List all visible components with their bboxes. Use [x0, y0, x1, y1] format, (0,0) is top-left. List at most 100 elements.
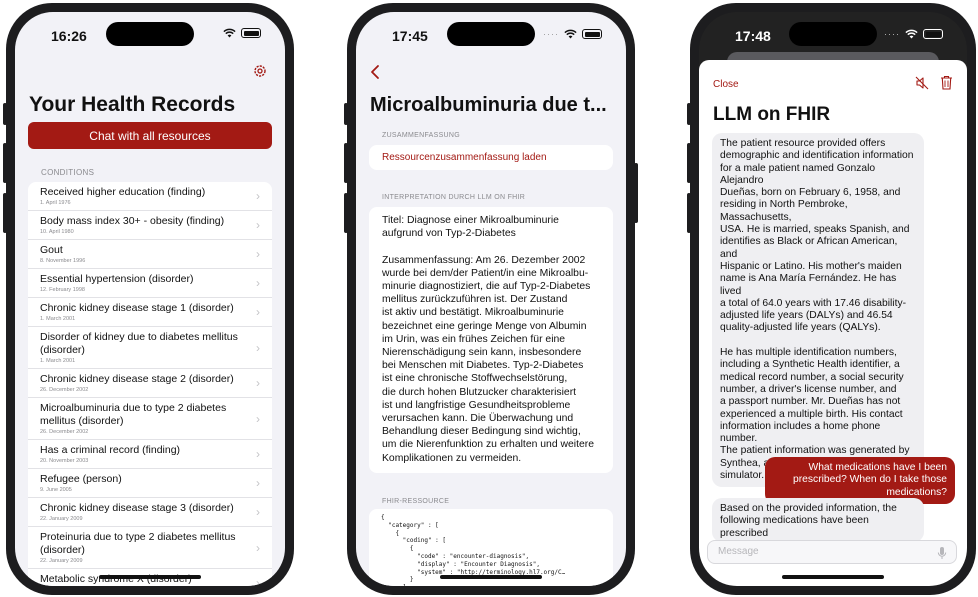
interpretation-header: INTERPRETATION DURCH LLM ON FHIR	[382, 194, 526, 201]
condition-date: 26. December 2002	[40, 387, 89, 393]
condition-title: Proteinuria due to type 2 diabetes melli…	[40, 531, 236, 556]
condition-title: Disorder of kidney due to diabetes melli…	[40, 331, 238, 356]
condition-date: 1. March 2001	[40, 358, 76, 364]
speaker-muted-icon[interactable]	[915, 76, 929, 90]
interpretation-card: Titel: Diagnose einer Mikroalbuminurie a…	[369, 207, 613, 473]
chevron-right-icon: ›	[256, 576, 260, 586]
chevron-right-icon: ›	[256, 276, 260, 290]
battery-icon	[582, 29, 602, 39]
status-time: 16:26	[51, 28, 87, 44]
summary-card: Ressourcenzusammenfassung laden	[369, 145, 613, 170]
condition-title: Refugee (person)	[40, 473, 122, 485]
status-bar: 17:48 ····	[699, 12, 967, 56]
battery-icon	[241, 28, 261, 38]
chevron-right-icon: ›	[256, 476, 260, 490]
wifi-icon	[905, 29, 918, 39]
status-bar: 16:26	[15, 12, 285, 56]
phone-records: 16:26 Your Health Records Chat with all …	[3, 3, 294, 595]
condition-date: 20. November 2003	[40, 458, 89, 464]
page-title: Your Health Records	[29, 93, 236, 116]
chat-with-all-resources-button[interactable]: Chat with all resources	[28, 122, 272, 149]
fhir-resource-header: FHIR-RESSOURCE	[382, 498, 450, 505]
summary-header: ZUSAMMENFASSUNG	[382, 132, 461, 139]
condition-date: 8. November 1996	[40, 258, 86, 264]
phone-detail: 17:45 ···· Microalbuminuria due t... ZUS…	[344, 3, 638, 595]
condition-title: Gout	[40, 244, 63, 256]
microphone-icon[interactable]	[937, 546, 947, 560]
condition-date: 9. June 2005	[40, 487, 72, 493]
condition-row[interactable]: Disorder of kidney due to diabetes melli…	[28, 327, 272, 369]
gear-icon[interactable]	[253, 64, 267, 78]
home-indicator[interactable]	[99, 575, 201, 579]
message-bar	[707, 540, 957, 564]
condition-row[interactable]: Received higher education (finding) 1. Ap…	[28, 182, 272, 211]
chevron-right-icon: ›	[256, 247, 260, 261]
records-screen: 16:26 Your Health Records Chat with all …	[15, 12, 285, 586]
chevron-right-icon: ›	[256, 305, 260, 319]
status-icons: ····	[543, 28, 602, 40]
conditions-list: Received higher education (finding) 1. Ap…	[28, 182, 272, 586]
status-time: 17:45	[392, 28, 428, 44]
condition-row[interactable]: Refugee (person) 9. June 2005 ›	[28, 469, 272, 498]
phone-chat: 17:48 ···· Close LLM on FHIR The patient…	[687, 3, 976, 595]
condition-row[interactable]: Chronic kidney disease stage 2 (disorder…	[28, 369, 272, 398]
condition-row[interactable]: Chronic kidney disease stage 1 (disorder…	[28, 298, 272, 327]
condition-date: 1. March 2001	[40, 316, 76, 322]
cellular-icon: ····	[884, 29, 900, 39]
condition-title: Received higher education (finding)	[40, 186, 206, 198]
condition-title: Microalbuminuria due to type 2 diabetes …	[40, 402, 227, 427]
page-title: LLM on FHIR	[713, 104, 831, 125]
condition-row[interactable]: Microalbuminuria due to type 2 diabetes …	[28, 398, 272, 440]
condition-row[interactable]: Body mass index 30+ - obesity (finding) 1…	[28, 211, 272, 240]
load-summary-link[interactable]: Ressourcenzusammenfassung laden	[369, 145, 613, 170]
condition-date: 26. December 2002	[40, 429, 89, 435]
chevron-right-icon: ›	[256, 189, 260, 203]
status-icons: ····	[884, 28, 943, 40]
trash-icon[interactable]	[940, 75, 953, 90]
condition-title: Has a criminal record (finding)	[40, 444, 181, 456]
chevron-right-icon: ›	[256, 411, 260, 426]
chevron-right-icon: ›	[256, 218, 260, 232]
dynamic-island	[447, 22, 535, 46]
battery-icon	[923, 29, 943, 39]
chevron-right-icon: ›	[256, 505, 260, 519]
status-time: 17:48	[735, 28, 771, 44]
page-title: Microalbuminuria due t...	[370, 94, 607, 116]
condition-date: 22. January 2009	[40, 516, 83, 522]
condition-title: Chronic kidney disease stage 2 (disorder…	[40, 373, 234, 385]
condition-row[interactable]: Chronic kidney disease stage 3 (disorder…	[28, 498, 272, 527]
home-indicator[interactable]	[782, 575, 884, 579]
interpretation-text: Titel: Diagnose einer Mikroalbuminurie a…	[382, 215, 594, 464]
status-bar: 17:45 ····	[356, 12, 626, 56]
dynamic-island	[106, 22, 194, 46]
condition-date: 22. January 2009	[40, 558, 83, 564]
close-button[interactable]: Close	[713, 79, 739, 90]
back-chevron-icon[interactable]	[370, 64, 380, 80]
condition-row[interactable]: Essential hypertension (disorder) 12. Feb…	[28, 269, 272, 298]
assistant-message: The patient resource provided offers dem…	[712, 133, 924, 488]
chevron-right-icon: ›	[256, 340, 260, 355]
chat-sheet: Close LLM on FHIR The patient resource p…	[699, 60, 967, 586]
condition-title: Chronic kidney disease stage 1 (disorder…	[40, 302, 234, 314]
condition-row[interactable]: Has a criminal record (finding) 20. Novem…	[28, 440, 272, 469]
status-icons	[223, 28, 261, 38]
chat-screen: 17:48 ···· Close LLM on FHIR The patient…	[699, 12, 967, 586]
condition-title: Body mass index 30+ - obesity (finding)	[40, 215, 225, 227]
condition-row[interactable]: Proteinuria due to type 2 diabetes melli…	[28, 527, 272, 569]
home-indicator[interactable]	[440, 575, 542, 579]
assistant-message: Based on the provided information, the f…	[712, 498, 924, 542]
detail-screen: 17:45 ···· Microalbuminuria due t... ZUS…	[356, 12, 626, 586]
dynamic-island	[789, 22, 877, 46]
condition-title: Chronic kidney disease stage 3 (disorder…	[40, 502, 234, 514]
condition-date: 10. April 1980	[40, 229, 74, 235]
wifi-icon	[564, 29, 577, 39]
wifi-icon	[223, 28, 236, 38]
user-message: What medications have I been prescribed?…	[765, 457, 955, 504]
conditions-header: CONDITIONS	[41, 168, 95, 177]
condition-date: 1. April 1976	[40, 200, 71, 206]
message-input[interactable]	[718, 546, 898, 557]
chevron-right-icon: ›	[256, 540, 260, 555]
condition-row[interactable]: Gout 8. November 1996 ›	[28, 240, 272, 269]
chevron-right-icon: ›	[256, 447, 260, 461]
condition-date: 12. February 1998	[40, 287, 85, 293]
